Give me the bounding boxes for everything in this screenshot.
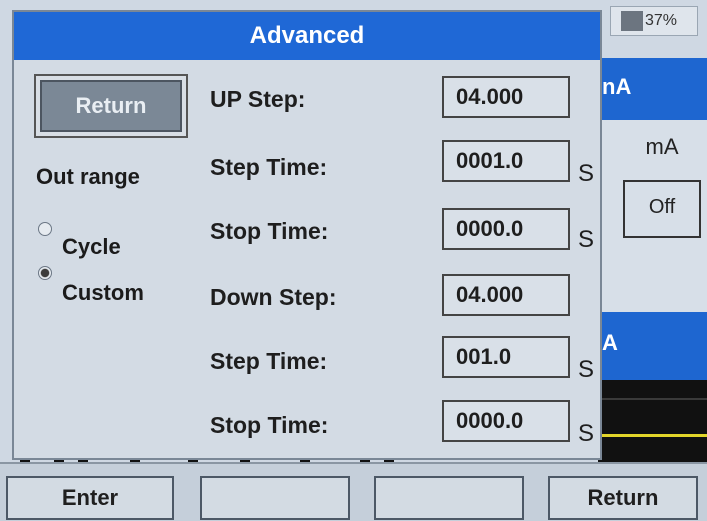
up-step-time-unit: S [578,160,595,187]
up-step-time-field[interactable]: 0001.0 [442,140,570,182]
up-stop-time-field[interactable]: 0000.0 [442,208,570,250]
down-stop-time-field[interactable]: 0000.0 [442,400,570,442]
advanced-dialog: Advanced Return Out range Cycle Custom U… [12,10,602,460]
up-step-time-label: Step Time: [210,154,328,180]
radio-custom-label[interactable]: Custom [62,280,144,306]
return-button[interactable]: Return [548,476,698,520]
down-step-time-label: Step Time: [210,348,328,374]
lower-banner: A [598,312,707,380]
enter-button[interactable]: Enter [6,476,174,520]
down-stop-time-label: Stop Time: [210,412,329,438]
function-key-2[interactable] [200,476,350,520]
function-key-3[interactable] [374,476,524,520]
graph-gridline [598,398,707,400]
device-screen: 37% nA mA Off A Advanced Return Out rang… [0,0,707,521]
up-stop-time-label: Stop Time: [210,218,329,244]
battery-fill [621,11,643,31]
down-step-field[interactable]: 04.000 [442,274,570,316]
up-step-label: UP Step: [210,86,306,112]
unit-banner: nA [598,58,707,120]
up-step-field[interactable]: 04.000 [442,76,570,118]
out-range-label: Out range [36,164,140,189]
signal-graph [598,380,707,464]
function-key-bar: Enter Return [0,462,707,521]
up-stop-time-unit: S [578,226,595,253]
dialog-return-button[interactable]: Return [34,74,188,138]
radio-cycle-label[interactable]: Cycle [62,234,121,260]
output-toggle-button[interactable]: Off [623,180,701,238]
down-step-time-unit: S [578,356,595,383]
down-stop-time-unit: S [578,420,595,447]
radio-cycle[interactable] [38,222,52,236]
graph-signal-line [598,434,707,437]
down-step-time-field[interactable]: 001.0 [442,336,570,378]
dialog-title: Advanced [14,12,600,60]
battery-percent: 37% [645,12,678,29]
dialog-return-label: Return [40,80,182,132]
down-step-label: Down Step: [210,284,337,310]
battery-indicator: 37% [610,6,698,36]
unit-label: mA [645,134,679,159]
radio-custom[interactable] [38,266,52,280]
